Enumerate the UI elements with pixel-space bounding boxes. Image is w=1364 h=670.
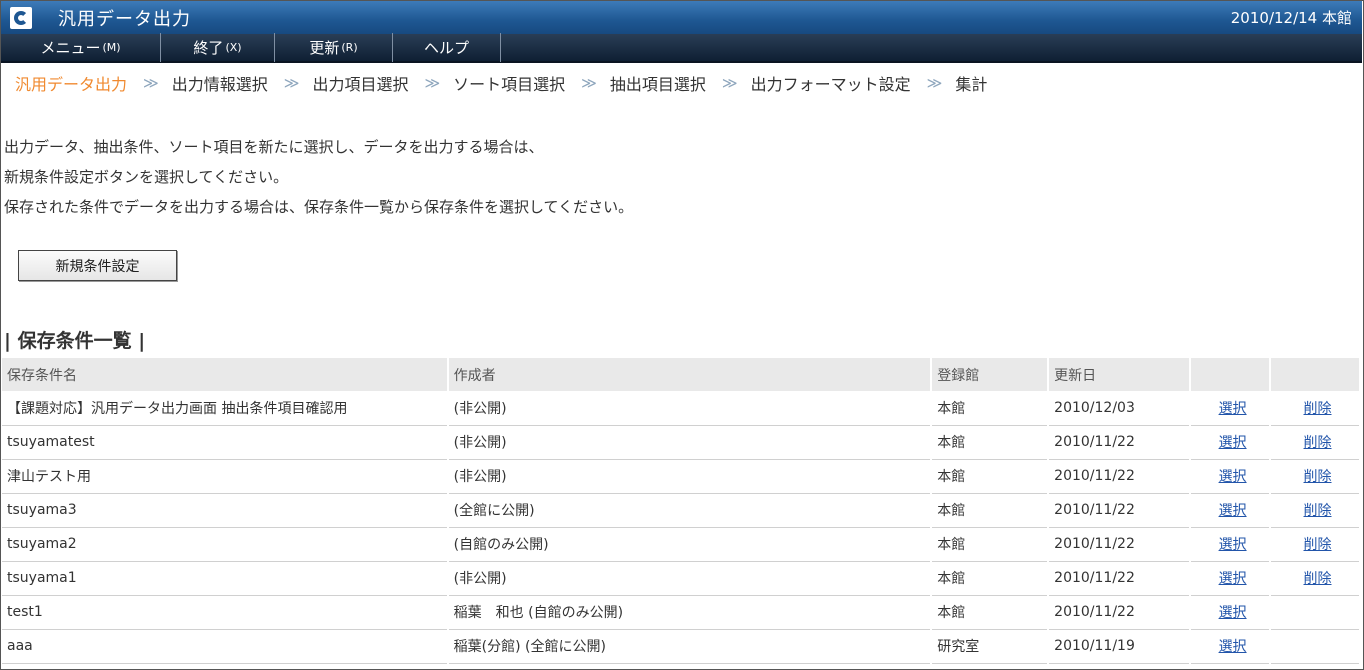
condition-hall: 本館 (930, 527, 1050, 562)
menu-bar: メニュー (M) 終了 (X) 更新 (R) ヘルプ (1, 33, 1362, 63)
condition-name: tsuyamatest (2, 425, 449, 460)
condition-date: 2010/11/22 (1047, 595, 1192, 630)
breadcrumb-separator: ≫ (581, 74, 597, 92)
condition-author: (非公開) (447, 561, 933, 596)
select-link[interactable]: 選択 (1219, 639, 1247, 655)
condition-date: 2010/11/22 (1047, 561, 1192, 596)
condition-author: (非公開) (447, 459, 933, 494)
header-date: 更新日 (1048, 358, 1192, 391)
breadcrumb-separator: ≫ (143, 74, 159, 92)
condition-name: 【課題対応】汎用データ出力画面 抽出条件項目確認用 (2, 391, 449, 426)
select-link[interactable]: 選択 (1219, 571, 1247, 587)
menu-item-menu[interactable]: メニュー (M) (1, 33, 161, 62)
table-row: 津山テスト用 (非公開) 本館 2010/11/22 選択 削除 (2, 459, 1361, 494)
condition-hall: 本館 (930, 459, 1050, 494)
breadcrumb-step: 抽出項目選択 (609, 75, 706, 94)
breadcrumb-separator: ≫ (283, 74, 300, 92)
condition-name: 津山テスト用 (2, 459, 449, 494)
select-link[interactable]: 選択 (1219, 401, 1247, 417)
breadcrumb-separator: ≫ (926, 74, 943, 92)
delete-link[interactable]: 削除 (1304, 401, 1332, 417)
condition-author: 稲葉 和也 (自館のみ公開) (447, 595, 933, 630)
condition-hall: 本館 (930, 595, 1050, 630)
instruction-line: 保存された条件でデータを出力する場合は、保存条件一覧から保存条件を選択してくださ… (4, 198, 634, 216)
menu-item-exit[interactable]: 終了 (X) (161, 33, 275, 62)
condition-name: tsuyama1 (2, 561, 449, 596)
menu-item-help[interactable]: ヘルプ (393, 33, 501, 62)
header-hall: 登録館 (931, 358, 1050, 391)
new-condition-button[interactable]: 新規条件設定 (18, 250, 177, 281)
breadcrumb-step: 出力項目選択 (312, 75, 409, 94)
select-link[interactable]: 選択 (1219, 605, 1247, 621)
condition-date: 2010/11/19 (1047, 629, 1192, 664)
condition-date: 2010/12/03 (1047, 391, 1192, 426)
delete-link[interactable]: 削除 (1304, 469, 1332, 485)
app-logo-icon (10, 6, 32, 29)
instruction-line: 出力データ、抽出条件、ソート項目を新たに選択し、データを出力する場合は、 (4, 138, 544, 156)
condition-hall: 本館 (930, 425, 1050, 460)
condition-hall: 本館 (930, 561, 1050, 596)
header-delete (1270, 358, 1361, 391)
delete-link[interactable]: 削除 (1304, 537, 1332, 553)
table-row: test1 稲葉 和也 (自館のみ公開) 本館 2010/11/22 選択 (2, 595, 1361, 630)
breadcrumb-step: 出力情報選択 (171, 75, 268, 94)
section-title: | 保存条件一覧 | (4, 330, 146, 352)
breadcrumb-step: ソート項目選択 (453, 75, 566, 94)
condition-date: 2010/11/22 (1047, 459, 1192, 494)
condition-hall: 本館 (930, 391, 1050, 426)
condition-name: test1 (2, 595, 449, 630)
condition-date: 2010/11/22 (1047, 425, 1192, 460)
condition-name: tsuyama2 (2, 527, 449, 562)
delete-link[interactable]: 削除 (1304, 503, 1332, 519)
header-name: 保存条件名 (2, 358, 449, 391)
breadcrumb-step: 集計 (955, 75, 988, 94)
condition-author: (非公開) (447, 425, 933, 460)
table-row: 【課題対応】汎用データ出力画面 抽出条件項目確認用 (非公開) 本館 2010/12/… (2, 391, 1361, 426)
title-bar: 汎用データ出力 2010/12/14 本館 (1, 1, 1362, 34)
menu-item-refresh[interactable]: 更新 (R) (275, 33, 393, 62)
condition-name: tsuyama3 (2, 493, 449, 528)
breadcrumb-step-current: 汎用データ出力 (15, 75, 128, 94)
select-link[interactable]: 選択 (1219, 435, 1247, 451)
condition-author: (非公開) (447, 391, 933, 426)
header-select (1190, 358, 1272, 391)
table-row: tsuyama3 (全館に公開) 本館 2010/11/22 選択 削除 (2, 493, 1361, 528)
instruction-line: 新規条件設定ボタンを選択してください。 (4, 168, 289, 186)
table-row: tsuyama2 (自館のみ公開) 本館 2010/11/22 選択 削除 (2, 527, 1361, 562)
app-title: 汎用データ出力 (58, 8, 191, 30)
delete-link[interactable]: 削除 (1304, 435, 1332, 451)
breadcrumb-step: 出力フォーマット設定 (750, 75, 911, 94)
condition-author: (自館のみ公開) (447, 527, 933, 562)
header-author: 作成者 (447, 358, 933, 391)
condition-date: 2010/11/22 (1047, 493, 1192, 528)
condition-author: 稲葉(分館) (全館に公開) (447, 629, 933, 664)
table-row: tsuyama1 (非公開) 本館 2010/11/22 選択 削除 (2, 561, 1361, 596)
condition-name: aaa (2, 629, 449, 664)
condition-hall: 研究室 (930, 629, 1050, 664)
condition-author: (全館に公開) (447, 493, 933, 528)
breadcrumb-separator: ≫ (721, 74, 738, 92)
table-row: aaa 稲葉(分館) (全館に公開) 研究室 2010/11/19 選択 (2, 629, 1361, 664)
breadcrumb-separator: ≫ (424, 74, 440, 92)
select-link[interactable]: 選択 (1219, 469, 1247, 485)
condition-hall: 本館 (930, 493, 1050, 528)
saved-conditions-table: 保存条件名 作成者 登録館 更新日 【課題対応】汎用データ出力画面 抽出条件項目… (2, 358, 1361, 664)
date-and-library: 2010/12/14 本館 (1230, 9, 1352, 27)
breadcrumb: 汎用データ出力 ≫ 出力情報選択 ≫ 出力項目選択 ≫ ソート項目選択 ≫ 抽出… (15, 70, 987, 96)
select-link[interactable]: 選択 (1219, 503, 1247, 519)
delete-link[interactable]: 削除 (1304, 571, 1332, 587)
table-row: tsuyamatest (非公開) 本館 2010/11/22 選択 削除 (2, 425, 1361, 460)
table-header-row: 保存条件名 作成者 登録館 更新日 (2, 358, 1361, 391)
instructions: 出力データ、抽出条件、ソート項目を新たに選択し、データを出力する場合は、 新規条… (4, 132, 633, 222)
select-link[interactable]: 選択 (1219, 537, 1247, 553)
condition-date: 2010/11/22 (1047, 527, 1192, 562)
